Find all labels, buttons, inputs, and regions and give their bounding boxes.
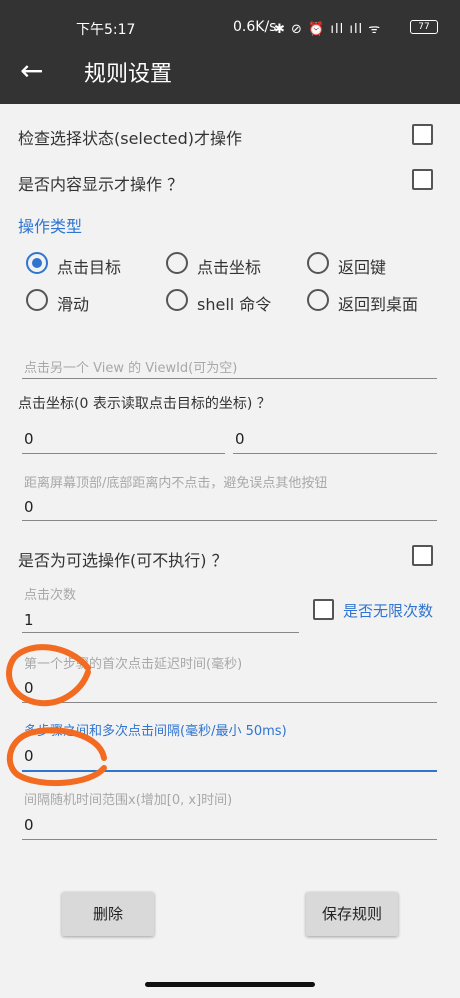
delete-button[interactable]: 删除 [62,892,154,936]
interval-input[interactable]: 0 [24,747,34,765]
optional-checkbox[interactable] [412,545,433,566]
radio-home[interactable] [307,289,329,311]
click-count-input[interactable]: 1 [24,611,34,629]
click-count-underline [22,632,299,633]
coord-label: 点击坐标(0 表示读取点击目标的坐标) ？ [18,396,271,412]
coord-x-input[interactable]: 0 [24,430,34,448]
coord-y-underline [233,453,437,454]
click-count-hint: 点击次数 [24,588,77,603]
status-net-speed: 0.6K/s [233,19,277,35]
edge-underline [22,520,437,521]
radio-back-key[interactable] [307,252,329,274]
save-rule-button[interactable]: 保存规则 [306,892,398,936]
optional-label: 是否为可选操作(可不执行) ？ [18,551,228,570]
view-id-field[interactable]: 点击另一个 View 的 ViewId(可为空) [24,357,237,376]
page-title: 规则设置 [84,62,173,87]
first-delay-hint: 第一个步骤的首次点击延迟时间(毫秒) [24,657,243,672]
annotation-circles [6,644,107,787]
radio-swipe-label[interactable]: 滑动 [57,291,89,315]
check-selected-label: 检查选择状态(selected)才操作 [18,129,243,148]
interval-hint: 多步骤之间和多次点击间隔(毫秒/最小 50ms) [24,724,287,739]
edge-hint: 距离屏幕顶部/底部距离内不点击，避免误点其他按钮 [24,476,328,491]
coord-x-underline [22,453,225,454]
random-range-hint: 间隔随机时间范围x(增加[0, x]时间) [24,793,233,808]
radio-swipe[interactable] [26,289,48,311]
radio-click-target-label[interactable]: 点击目标 [57,254,121,278]
edge-input[interactable]: 0 [24,498,34,516]
status-bar: 下午5:17 0.6K/s ✱ ⊘ ⏰ ıll ıll ᯤ 77 [0,0,460,42]
status-icons: ✱ ⊘ ⏰ ıll ıll ᯤ [274,22,382,37]
home-indicator[interactable] [145,982,315,987]
radio-back-key-label[interactable]: 返回键 [338,254,386,278]
coord-y-input[interactable]: 0 [235,430,245,448]
battery-icon: 77 [410,20,438,34]
app-bar: ← 规则设置 [0,42,460,104]
radio-click-target[interactable] [26,252,48,274]
back-arrow-icon[interactable]: ← [20,56,43,86]
interval-underline [22,770,437,772]
check-selected-checkbox[interactable] [412,124,433,145]
radio-shell[interactable] [166,289,188,311]
infinite-label[interactable]: 是否无限次数 [343,600,433,621]
first-delay-underline [22,702,437,703]
infinite-checkbox[interactable] [313,599,334,620]
radio-click-coord-label[interactable]: 点击坐标 [197,254,261,278]
op-type-section-label: 操作类型 [18,217,83,236]
status-time: 下午5:17 [76,22,136,38]
content-visible-checkbox[interactable] [412,169,433,190]
random-range-input[interactable]: 0 [24,816,34,834]
view-id-underline [22,378,437,379]
first-delay-input[interactable]: 0 [24,679,34,697]
radio-shell-label[interactable]: shell 命令 [197,291,271,315]
radio-click-coord[interactable] [166,252,188,274]
radio-home-label[interactable]: 返回到桌面 [338,291,418,315]
content-visible-label: 是否内容显示才操作 ？ [18,175,184,194]
random-range-underline [22,839,437,840]
